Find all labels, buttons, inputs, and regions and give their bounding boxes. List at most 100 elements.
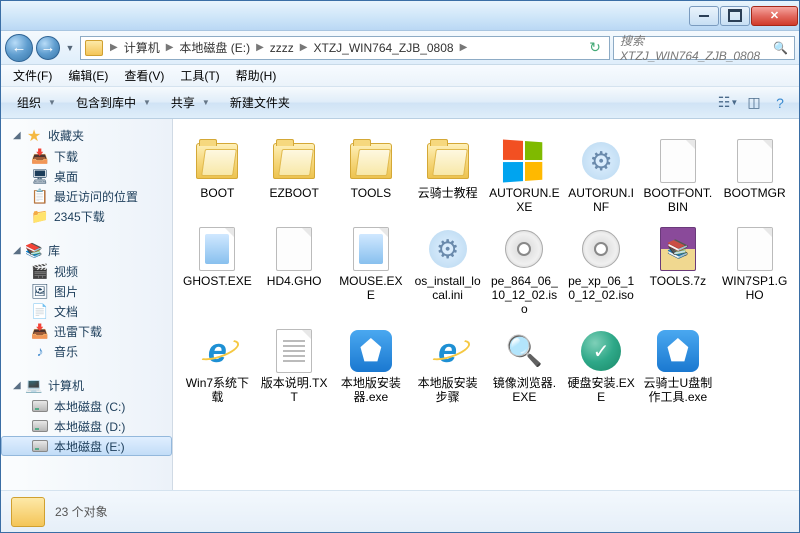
file-item[interactable]: AUTORUN.EXE [486,133,563,219]
title-bar [1,1,799,31]
file-item[interactable]: 云骑士教程 [409,133,486,219]
sidebar-item-videos[interactable]: 🎬视频 [1,261,172,281]
address-bar[interactable]: ▶ 计算机▶ 本地磁盘 (E:)▶ zzzz▶ XTZJ_WIN764_ZJB_… [80,36,610,60]
file-item[interactable]: GHOST.EXE [179,221,256,321]
file-label: 云骑士教程 [418,186,478,200]
file-label: 本地版安装步骤 [412,376,483,404]
search-icon: 🔍 [773,41,788,55]
file-label: 本地版安装器.exe [336,376,407,404]
sidebar-item-2345[interactable]: 📁2345下载 [1,206,172,226]
file-item[interactable]: HD4.GHO [256,221,333,321]
search-box[interactable]: 搜索 XTZJ_WIN764_ZJB_0808 🔍 [613,36,795,60]
maximize-button[interactable] [720,6,750,26]
menu-view[interactable]: 查看(V) [116,66,172,86]
folder-icon [11,497,45,527]
preview-pane-icon[interactable]: ◫ [743,92,765,114]
file-icon [731,138,779,184]
sidebar: ◢★收藏夹 📥下载 🖥桌面 📋最近访问的位置 📁2345下载 ◢📚库 🎬视频 🖼… [1,119,173,490]
file-icon [654,138,702,184]
file-label: TOOLS [351,186,391,200]
sidebar-item-downloads[interactable]: 📥下载 [1,146,172,166]
menu-edit[interactable]: 编辑(E) [60,66,116,86]
file-item[interactable]: Win7系统下载 [179,323,256,409]
menu-help[interactable]: 帮助(H) [228,66,285,86]
sidebar-item-pictures[interactable]: 🖼图片 [1,281,172,301]
file-item[interactable]: TOOLS [333,133,410,219]
sidebar-libraries[interactable]: ◢📚库 [1,240,172,261]
help-icon[interactable]: ? [769,92,791,114]
file-icon [654,328,702,374]
search-placeholder: 搜索 XTZJ_WIN764_ZJB_0808 [620,32,773,63]
file-item[interactable]: ✓硬盘安装.EXE [563,323,640,409]
file-item[interactable]: pe_864_06_10_12_02.iso [486,221,563,321]
new-folder-button[interactable]: 新建文件夹 [220,90,300,116]
status-bar: 23 个对象 [1,490,799,532]
file-icon [500,138,548,184]
file-label: TOOLS.7z [650,274,706,288]
include-library-button[interactable]: 包含到库中▼ [66,90,161,116]
sidebar-item-drive-e[interactable]: 本地磁盘 (E:) [1,436,172,456]
breadcrumb-item[interactable]: 本地磁盘 (E:) [175,37,254,59]
file-item[interactable]: MOUSE.EXE [333,221,410,321]
back-button[interactable]: ← [5,34,33,62]
sidebar-item-drive-d[interactable]: 本地磁盘 (D:) [1,416,172,436]
share-button[interactable]: 共享▼ [161,90,220,116]
file-label: os_install_local.ini [412,274,483,302]
file-label: 硬盘安装.EXE [566,376,637,404]
minimize-button[interactable] [689,6,719,26]
file-item[interactable]: 本地版安装步骤 [409,323,486,409]
menu-tools[interactable]: 工具(T) [172,66,227,86]
file-icon [424,226,472,272]
status-text: 23 个对象 [55,503,108,520]
file-item[interactable]: EZBOOT [256,133,333,219]
sidebar-computer[interactable]: ◢💻计算机 [1,375,172,396]
file-item[interactable]: BOOTFONT.BIN [640,133,717,219]
file-item[interactable]: TOOLS.7z [640,221,717,321]
breadcrumb-item[interactable]: XTZJ_WIN764_ZJB_0808 [310,37,458,59]
file-icon [347,226,395,272]
file-label: 云骑士U盘制作工具.exe [643,376,714,404]
toolbar: 组织▼ 包含到库中▼ 共享▼ 新建文件夹 ☷ ▼ ◫ ? [1,87,799,119]
breadcrumb-item[interactable]: 计算机 [120,37,164,59]
sidebar-item-desktop[interactable]: 🖥桌面 [1,166,172,186]
file-item[interactable]: os_install_local.ini [409,221,486,321]
view-options-icon[interactable]: ☷ ▼ [717,92,739,114]
file-item[interactable]: WIN7SP1.GHO [716,221,793,321]
menu-file[interactable]: 文件(F) [5,66,60,86]
sidebar-item-recent[interactable]: 📋最近访问的位置 [1,186,172,206]
breadcrumb-item[interactable]: zzzz [266,37,298,59]
organize-button[interactable]: 组织▼ [7,90,66,116]
file-item[interactable]: BOOTMGR [716,133,793,219]
file-label: BOOT [200,186,234,200]
file-item[interactable]: 云骑士U盘制作工具.exe [640,323,717,409]
sidebar-favorites[interactable]: ◢★收藏夹 [1,125,172,146]
file-label: 版本说明.TXT [259,376,330,404]
file-item[interactable]: 版本说明.TXT [256,323,333,409]
file-icon [731,226,779,272]
file-icon [270,226,318,272]
file-icon [347,138,395,184]
file-label: GHOST.EXE [183,274,252,288]
file-item[interactable]: AUTORUN.INF [563,133,640,219]
file-label: MOUSE.EXE [336,274,407,302]
file-item[interactable]: 本地版安装器.exe [333,323,410,409]
close-button[interactable] [751,6,798,26]
file-label: AUTORUN.EXE [489,186,560,214]
file-item[interactable]: pe_xp_06_10_12_02.iso [563,221,640,321]
file-icon [347,328,395,374]
history-dropdown[interactable]: ▼ [63,38,77,58]
sidebar-item-music[interactable]: ♪音乐 [1,341,172,361]
file-list[interactable]: BOOT EZBOOT TOOLS 云骑士教程 AUTORUN.EXEAUTORUN.I… [173,119,799,490]
nav-bar: ← → ▼ ▶ 计算机▶ 本地磁盘 (E:)▶ zzzz▶ XTZJ_WIN76… [1,31,799,65]
sidebar-item-drive-c[interactable]: 本地磁盘 (C:) [1,396,172,416]
forward-button[interactable]: → [36,36,60,60]
file-item[interactable]: BOOT [179,133,256,219]
file-label: pe_864_06_10_12_02.iso [489,274,560,316]
refresh-icon[interactable]: ↻ [585,39,605,56]
sidebar-item-xunlei[interactable]: 📥迅雷下载 [1,321,172,341]
file-label: EZBOOT [269,186,318,200]
file-icon [500,226,548,272]
sidebar-item-documents[interactable]: 📄文档 [1,301,172,321]
explorer-window: ← → ▼ ▶ 计算机▶ 本地磁盘 (E:)▶ zzzz▶ XTZJ_WIN76… [0,0,800,533]
file-item[interactable]: 🔍镜像浏览器.EXE [486,323,563,409]
